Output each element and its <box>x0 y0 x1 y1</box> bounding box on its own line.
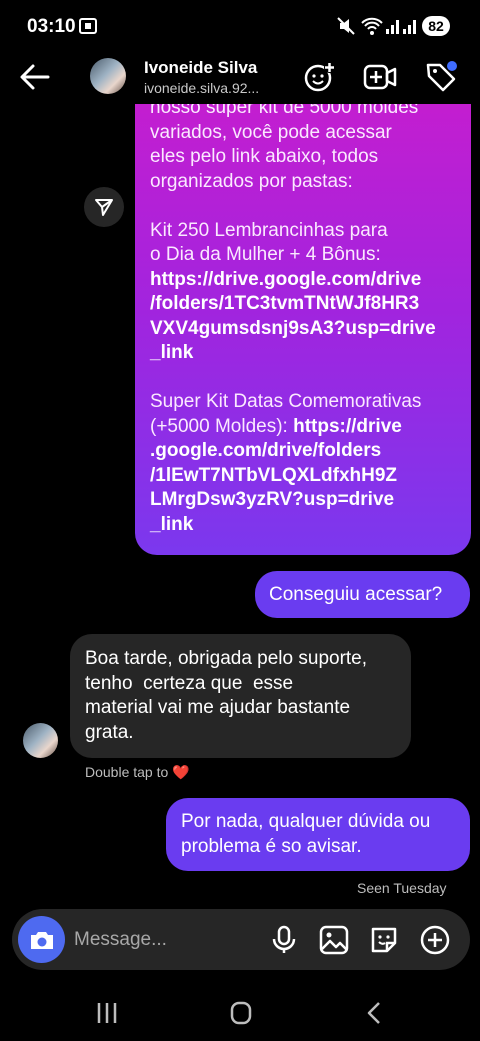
link-line[interactable]: https://drive.google.com/drive <box>150 268 455 293</box>
image-icon[interactable] <box>318 924 350 956</box>
message-line: eles pelo link abaixo, todos <box>150 146 379 167</box>
message-line: nosso super kit de 5000 moldes <box>150 104 419 118</box>
screen-record-icon <box>79 18 97 34</box>
message-line: tenho certeza que esse <box>85 672 294 694</box>
status-time: 03:10 <box>27 16 76 37</box>
camera-icon <box>30 931 53 949</box>
sticker-icon[interactable] <box>368 924 400 956</box>
plus-circle-icon[interactable] <box>419 924 451 956</box>
status-bar: 03:10 82 <box>0 0 480 52</box>
shared-message-bubble[interactable]: nosso super kit de 5000 moldes variados,… <box>135 104 471 555</box>
share-button[interactable] <box>84 187 124 227</box>
message-line: o Dia da Mulher + 4 Bônus: <box>150 244 381 265</box>
seen-status: Seen Tuesday <box>357 880 447 896</box>
back-arrow-icon[interactable] <box>18 62 52 92</box>
home-icon[interactable] <box>224 998 258 1028</box>
inline-link[interactable]: https://drive <box>293 416 402 437</box>
microphone-icon[interactable] <box>268 924 300 956</box>
message-text: Conseguiu acessar? <box>269 584 443 605</box>
link-line[interactable]: LMrgDsw3yzRV?usp=drive <box>150 488 455 513</box>
signal-icon <box>386 20 399 34</box>
message-line: Boa tarde, obrigada pelo suporte, <box>85 648 368 669</box>
message-line: ​ <box>150 194 455 219</box>
message-input[interactable] <box>74 927 254 953</box>
chat-header: Ivoneide Silva ivoneide.silva.92... <box>0 52 480 104</box>
camera-button[interactable] <box>18 916 65 963</box>
message-text: (+5000 Moldes): <box>150 415 294 437</box>
video-add-icon[interactable] <box>363 60 397 94</box>
back-nav-icon[interactable] <box>358 998 392 1028</box>
link-line[interactable]: _link <box>150 513 455 538</box>
link-line[interactable]: .google.com/drive/folders <box>150 439 455 464</box>
double-tap-hint: Double tap to ❤️ <box>85 764 190 780</box>
message-line: material vai me ajudar bastante <box>85 697 351 718</box>
message-line: Super Kit Datas Comemorativas <box>150 391 422 412</box>
message-line: Por nada, qualquer dúvida ou <box>181 811 431 832</box>
received-message-bubble[interactable]: Boa tarde, obrigada pelo suporte, tenho … <box>70 634 411 758</box>
contact-avatar[interactable] <box>90 58 126 94</box>
wifi-icon <box>361 17 383 35</box>
signal-icon-2 <box>403 20 416 34</box>
mute-icon <box>337 17 355 35</box>
tag-icon[interactable] <box>424 60 458 94</box>
contact-name[interactable]: Ivoneide Silva <box>144 58 257 78</box>
message-line: variados, você pode acessar <box>150 121 392 143</box>
link-line[interactable]: /1lEwT7NTbVLQXLdfxhH9Z <box>150 464 455 489</box>
link-line[interactable]: _link <box>150 341 455 366</box>
message-line: grata. <box>85 721 134 743</box>
contact-handle[interactable]: ivoneide.silva.92... <box>144 80 259 96</box>
link-line[interactable]: /folders/1TC3tvmTNtWJf8HR3 <box>150 292 455 317</box>
recent-apps-icon[interactable] <box>90 998 124 1028</box>
message-line: Kit 250 Lembrancinhas para <box>150 219 388 241</box>
battery-indicator: 82 <box>422 16 450 36</box>
notification-dot <box>447 61 457 71</box>
sent-message-bubble[interactable]: Por nada, qualquer dúvida ou problema é … <box>166 798 470 871</box>
share-send-icon <box>95 199 113 216</box>
message-composer <box>12 909 470 970</box>
sent-message-bubble[interactable]: Conseguiu acessar? <box>255 571 470 618</box>
emoji-add-icon[interactable] <box>302 60 336 94</box>
message-line: ​ <box>150 366 455 391</box>
system-nav-bar <box>0 990 480 1041</box>
message-line: (+5000 Moldes): https://drive <box>150 415 455 440</box>
message-line: organizados por pastas: <box>150 170 353 192</box>
sender-avatar[interactable] <box>23 723 58 758</box>
message-line: problema é so avisar. <box>181 835 362 857</box>
link-line[interactable]: VXV4gumsdsnj9sA3?usp=drive <box>150 317 455 342</box>
